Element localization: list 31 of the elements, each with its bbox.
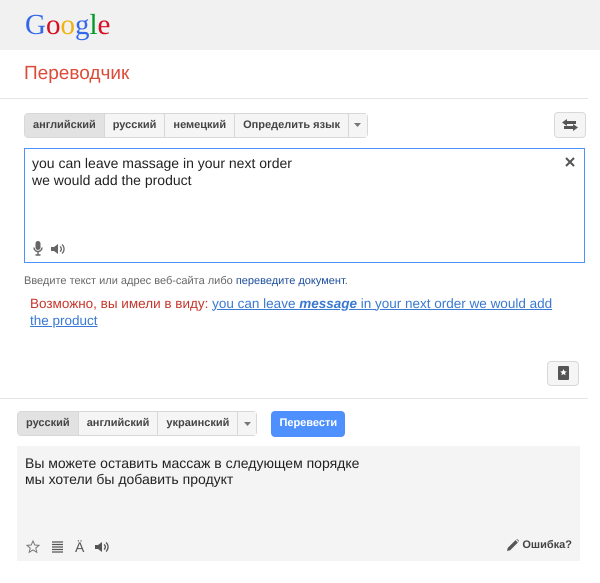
star-icon[interactable] xyxy=(26,540,40,554)
logo[interactable]: Google xyxy=(25,10,110,40)
page-title: Переводчик xyxy=(24,62,130,86)
source-text-area[interactable]: you can leave massage in your next order we would add the product xyxy=(24,148,585,263)
caret-icon xyxy=(244,422,251,426)
spelling-suggestion[interactable]: Возможно, вы имели в виду: you can leave message in your next order we would add the product xyxy=(30,294,574,328)
transliteration-button[interactable]: Ä xyxy=(75,540,84,554)
translation-text: Вы можете оставить массаж в следующем порядке мы хотели бы добавить продукт xyxy=(25,454,360,486)
language-tab[interactable]: английский xyxy=(78,412,158,435)
language-dropdown[interactable] xyxy=(238,412,256,435)
phrasebook-button[interactable] xyxy=(547,360,579,386)
caret-icon xyxy=(354,123,362,127)
microphone-icon[interactable] xyxy=(33,241,43,256)
language-tab[interactable]: немецкий xyxy=(165,114,236,136)
language-tab[interactable]: русский xyxy=(18,412,79,435)
text-lines-icon[interactable] xyxy=(51,540,64,553)
speaker-icon[interactable] xyxy=(51,242,65,254)
language-tab[interactable]: русский xyxy=(104,114,166,136)
report-error-button[interactable]: Ошибка? xyxy=(507,537,572,554)
phrasebook-icon xyxy=(558,366,568,380)
language-tab[interactable]: Определить язык xyxy=(235,114,349,136)
hint-text: Введите текст или адрес веб-сайта либо переведите документ. xyxy=(24,274,349,289)
swap-icon xyxy=(562,119,578,131)
speaker-icon[interactable] xyxy=(95,540,110,552)
language-tab[interactable]: украинский xyxy=(158,412,238,435)
pencil-icon xyxy=(507,539,520,552)
close-icon[interactable] xyxy=(565,157,575,167)
language-tab[interactable]: английский xyxy=(25,114,105,136)
swap-languages-button[interactable] xyxy=(554,112,586,138)
translate-document-link[interactable]: переведите документ xyxy=(236,275,345,287)
language-dropdown[interactable] xyxy=(348,114,367,136)
